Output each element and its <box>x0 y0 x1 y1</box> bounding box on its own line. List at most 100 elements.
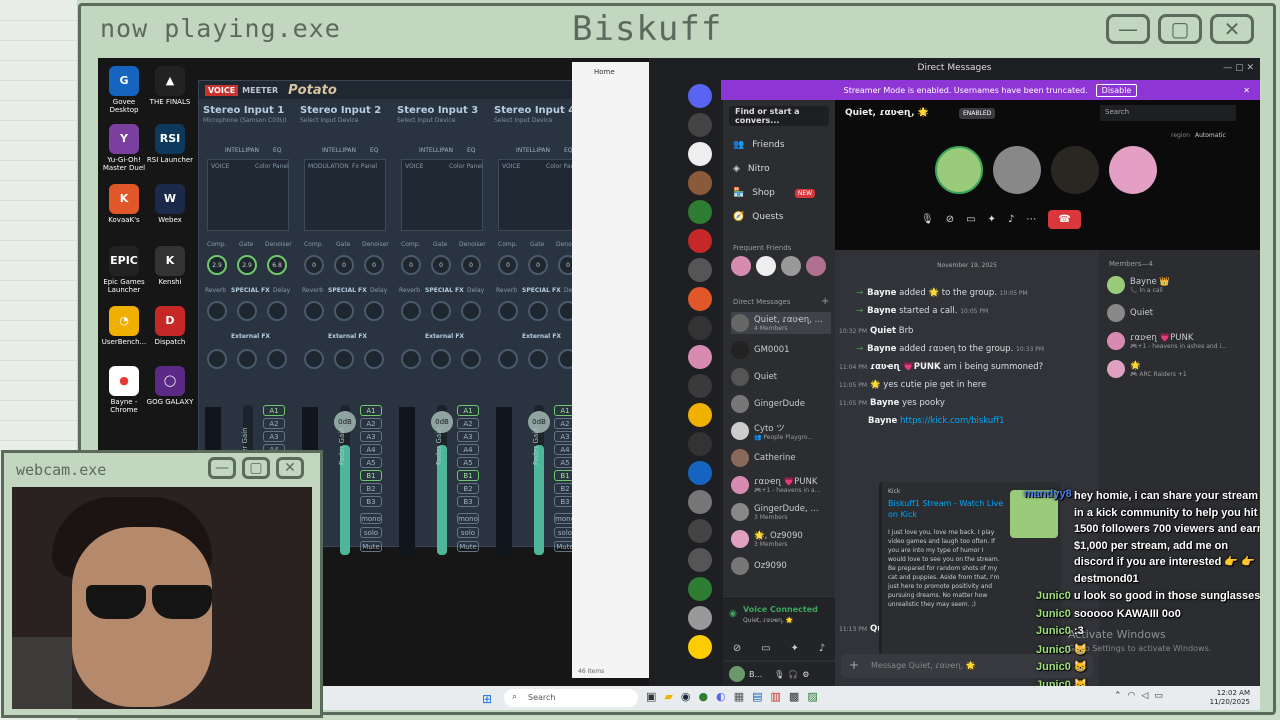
more-icon[interactable]: ⋯ <box>1026 214 1036 225</box>
folder-icon[interactable]: ▰ <box>664 690 672 703</box>
activities-icon[interactable]: ✦ <box>790 643 798 654</box>
effect-knob[interactable] <box>267 301 287 321</box>
speaker-icon[interactable]: ◁ <box>1141 691 1148 701</box>
strip-name[interactable]: Stereo Input 3 <box>397 105 491 116</box>
bus-button[interactable]: B3 <box>457 496 479 507</box>
app-icon[interactable]: ▦ <box>734 690 744 703</box>
avatar[interactable] <box>729 666 745 682</box>
dm-item[interactable]: GingerDude <box>731 393 831 415</box>
server-icon[interactable] <box>688 403 712 427</box>
steam-icon[interactable]: ◉ <box>681 690 691 703</box>
dm-item[interactable]: GingerDude, ... 3 Members <box>731 501 831 523</box>
server-icon[interactable] <box>688 577 712 601</box>
minimize-button[interactable]: — <box>1106 14 1150 44</box>
message-author[interactable]: Quiet <box>870 326 896 336</box>
discord-window-controls[interactable]: — ▢ ✕ <box>1223 63 1254 73</box>
participant-avatar[interactable] <box>993 146 1041 194</box>
effect-knob[interactable]: 0 <box>528 255 548 275</box>
desktop-icon[interactable]: ● Bayne - Chrome <box>98 366 150 414</box>
add-dm-icon[interactable]: + <box>821 296 829 307</box>
desktop-icon[interactable]: W Webex <box>144 184 196 224</box>
wifi-icon[interactable]: ◠ <box>1128 691 1136 701</box>
task-view-icon[interactable]: ▣ <box>646 690 656 703</box>
start-icon[interactable]: ⊞ <box>482 692 492 706</box>
bus-button[interactable]: A3 <box>360 431 382 442</box>
effect-knob[interactable]: 0 <box>364 255 384 275</box>
server-icon[interactable] <box>688 432 712 456</box>
member-item[interactable]: ɾαʋҽɳ 💗PUNK 🎮+1 - heavens in ashes and i.… <box>1107 330 1257 352</box>
soundboard-icon[interactable]: ♪ <box>1008 214 1014 225</box>
server-icon[interactable] <box>688 316 712 340</box>
desktop-icon[interactable]: RSI RSI Launcher <box>144 124 196 164</box>
camera-off-icon[interactable]: ⊘ <box>733 643 741 654</box>
message-author[interactable]: ɾαʋҽɳ 💗PUNK <box>870 362 941 372</box>
server-icon[interactable] <box>688 461 712 485</box>
bus-button[interactable]: B3 <box>360 496 382 507</box>
dm-item[interactable]: GM0001 <box>731 339 831 361</box>
disable-streamer-button[interactable]: Disable <box>1095 83 1138 97</box>
member-item[interactable]: 🌟 🎮 ARC Raiders +1 <box>1107 358 1257 380</box>
screen-share-icon[interactable]: ▭ <box>761 643 770 654</box>
solo-button[interactable]: solo <box>360 527 382 538</box>
effect-knob[interactable] <box>528 349 548 369</box>
server-icon[interactable] <box>688 229 712 253</box>
pad-panel[interactable]: Color Panel <box>449 163 483 170</box>
effect-knob[interactable] <box>528 301 548 321</box>
effect-knob[interactable] <box>498 349 518 369</box>
close-icon[interactable]: ✕ <box>1243 86 1250 95</box>
server-icon[interactable] <box>688 113 712 137</box>
effect-knob[interactable] <box>401 301 421 321</box>
effect-knob[interactable]: 0 <box>401 255 421 275</box>
close-button[interactable]: ✕ <box>276 457 304 479</box>
bus-button[interactable]: A3 <box>263 431 285 442</box>
effect-knob[interactable] <box>364 301 384 321</box>
member-item[interactable]: Quiet <box>1107 302 1257 324</box>
effect-knob[interactable] <box>401 349 421 369</box>
message-author[interactable]: Bayne <box>867 344 896 354</box>
eq-button[interactable]: EQ <box>467 147 476 154</box>
server-icon[interactable] <box>688 635 712 659</box>
member-item[interactable]: Bayne 👑 📞 In a call <box>1107 274 1257 296</box>
effect-knob[interactable]: 0 <box>498 255 518 275</box>
mute-button[interactable]: Mute <box>360 541 382 552</box>
server-icon[interactable] <box>688 200 712 224</box>
dm-item[interactable]: ɾαʋҽɳ 💗PUNK 🎮+1 - heavens in a... <box>731 474 831 496</box>
server-icon[interactable] <box>688 171 712 195</box>
find-conversation-input[interactable]: Find or start a convers... <box>729 106 829 126</box>
bus-button[interactable]: A3 <box>457 431 479 442</box>
server-icon[interactable] <box>688 490 712 514</box>
participant-avatar[interactable] <box>1051 146 1099 194</box>
server-icon[interactable] <box>688 258 712 282</box>
effect-knob[interactable] <box>304 301 324 321</box>
dm-item[interactable]: Cyto ツ 👥 People Playgro... <box>731 420 831 442</box>
bus-button[interactable]: B1 <box>457 470 479 481</box>
screen-share-icon[interactable]: ▭ <box>966 214 975 225</box>
desktop-icon[interactable]: D Dispatch <box>144 306 196 346</box>
effect-knob[interactable]: 0 <box>431 255 451 275</box>
clock-date[interactable]: 11/20/2025 <box>1206 698 1250 706</box>
effect-knob[interactable]: 0 <box>334 255 354 275</box>
message-link[interactable]: https://kick.com/biskuff1 <box>900 416 1005 426</box>
effect-knob[interactable]: 2.9 <box>237 255 257 275</box>
nav-item-shop[interactable]: 🏪 Shop NEW <box>733 188 816 198</box>
server-icon[interactable] <box>688 287 712 311</box>
battery-icon[interactable]: ▭ <box>1154 691 1163 701</box>
app-icon[interactable]: ▥ <box>771 690 781 703</box>
effect-knob[interactable]: 2.9 <box>207 255 227 275</box>
strip-name[interactable]: Stereo Input 1 <box>203 105 297 116</box>
desktop-icon[interactable]: ◯ GOG GALAXY <box>144 366 196 406</box>
participant-avatar[interactable] <box>1109 146 1157 194</box>
server-icon[interactable] <box>688 606 712 630</box>
strip-device[interactable]: Select Input Device <box>397 117 491 124</box>
bus-button[interactable]: A2 <box>457 418 479 429</box>
solo-button[interactable]: solo <box>457 527 479 538</box>
gear-icon[interactable]: ⚙ <box>802 670 809 679</box>
bus-button[interactable]: B1 <box>360 470 382 481</box>
bus-button[interactable]: A2 <box>360 418 382 429</box>
search-input[interactable]: Search <box>1100 105 1236 121</box>
strip-device[interactable]: Select Input Device <box>300 117 394 124</box>
nav-item-quests[interactable]: 🧭 Quests <box>733 212 783 222</box>
taskbar-search[interactable]: Search <box>504 689 638 707</box>
region-select[interactable]: Automatic <box>1195 132 1226 139</box>
effect-knob[interactable] <box>237 349 257 369</box>
